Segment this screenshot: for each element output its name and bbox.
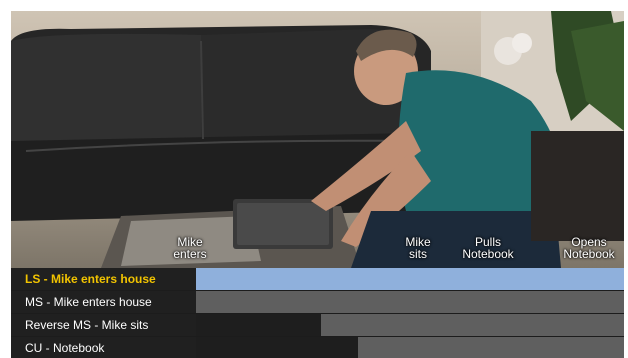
video-preview[interactable] [11,11,624,268]
track-bar-area[interactable] [196,291,624,313]
track-cu-notebook[interactable]: CU - Notebook [11,337,624,358]
track-bar-area[interactable] [196,314,624,336]
track-label[interactable]: MS - Mike enters house [11,291,196,313]
track-bar-area[interactable] [196,337,624,358]
track-bar-area[interactable] [196,268,624,290]
shot-bar[interactable] [196,291,624,313]
shot-bar[interactable] [196,268,624,290]
shot-bar[interactable] [358,337,624,358]
track-label[interactable]: LS - Mike enters house [11,268,196,290]
shot-tracks: LS - Mike enters house MS - Mike enters … [11,268,624,358]
track-ms-mike-enters-house[interactable]: MS - Mike enters house [11,291,624,313]
track-reverse-ms-mike-sits[interactable]: Reverse MS - Mike sits [11,314,624,336]
track-label[interactable]: Reverse MS - Mike sits [11,314,196,336]
video-scene [11,11,624,268]
track-ls-mike-enters-house[interactable]: LS - Mike enters house [11,268,624,290]
shot-bar[interactable] [321,314,624,336]
video-editor-frame: Mike enters Mike sits Pulls Notebook Ope… [11,11,624,358]
track-label[interactable]: CU - Notebook [11,337,196,358]
